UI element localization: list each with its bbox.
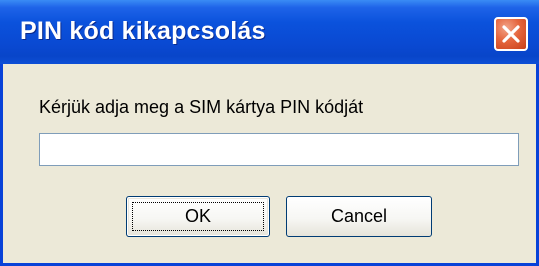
cancel-button[interactable]: Cancel bbox=[286, 196, 432, 237]
dialog-window: PIN kód kikapcsolás Kérjük adja meg a SI… bbox=[0, 0, 539, 266]
pin-prompt-label: Kérjük adja meg a SIM kártya PIN kódját bbox=[39, 97, 364, 117]
window-title: PIN kód kikapcsolás bbox=[20, 17, 266, 45]
ok-button[interactable]: OK bbox=[126, 196, 270, 237]
ok-button-label: OK bbox=[184, 206, 211, 226]
cancel-button-label: Cancel bbox=[330, 206, 388, 226]
close-button[interactable] bbox=[494, 17, 528, 51]
title-bar[interactable]: PIN kód kikapcsolás bbox=[0, 0, 539, 64]
pin-input[interactable] bbox=[39, 133, 519, 166]
close-icon bbox=[502, 25, 520, 43]
